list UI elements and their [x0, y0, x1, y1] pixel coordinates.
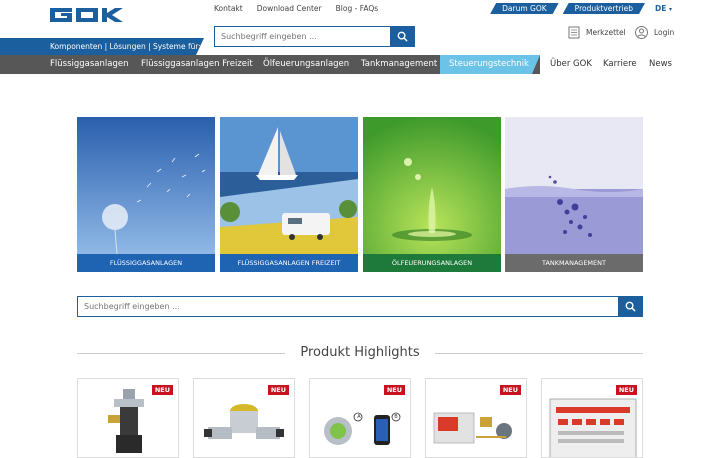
mark-b: B	[394, 414, 398, 420]
top-links: Kontakt Download Center Blog - FAQs	[214, 4, 378, 13]
notepad-icon	[568, 26, 580, 39]
product-card[interactable]: A B NEU	[309, 378, 411, 458]
tile-oelfeuerungsanlagen[interactable]: ÖLFEUERUNGSANLAGEN	[363, 117, 501, 272]
search-main	[77, 296, 643, 317]
language-select[interactable]: DE ▾	[655, 4, 672, 13]
systems-label: Komponenten | Lösungen | Systeme für:	[0, 38, 204, 55]
search-main-button[interactable]	[618, 297, 642, 316]
nav-karriere[interactable]: Karriere	[603, 55, 637, 74]
tile-label: FLÜSSIGGASANLAGEN	[77, 254, 215, 272]
mark-a: A	[357, 414, 361, 420]
search-top-input[interactable]	[215, 27, 390, 46]
nav-news[interactable]: News	[649, 55, 672, 74]
link-download-center[interactable]: Download Center	[257, 4, 322, 13]
category-tiles: FLÜSSIGGASANLAGEN FLÜSSIGGASANLAGEN FREI…	[77, 117, 643, 272]
search-icon	[397, 31, 408, 42]
product-card[interactable]: NEU	[193, 378, 295, 458]
lang-tabs: Darum GOK Produktvertrieb DE ▾	[490, 3, 672, 14]
search-top	[214, 26, 415, 47]
tile-tankmanagement[interactable]: TANKMANAGEMENT	[505, 117, 643, 272]
merkzettel-link[interactable]: Merkzettel	[568, 26, 626, 39]
new-badge: NEU	[615, 385, 637, 395]
new-badge: NEU	[267, 385, 289, 395]
product-card[interactable]: NEU	[425, 378, 527, 458]
merkzettel-label: Merkzettel	[586, 28, 626, 37]
highlights-heading: Produkt Highlights	[77, 345, 643, 361]
header: Kontakt Download Center Blog - FAQs Daru…	[0, 0, 720, 55]
product-highlights: NEU NEU A B NEU NEU NEU	[77, 378, 643, 458]
new-badge: NEU	[383, 385, 405, 395]
tile-label: FLÜSSIGGASANLAGEN FREIZEIT	[220, 254, 358, 272]
product-card[interactable]: NEU	[77, 378, 179, 458]
gok-logo[interactable]	[50, 8, 128, 22]
login-link[interactable]: Login	[635, 26, 674, 39]
main-nav: Flüssiggasanlagen Flüssiggasanlagen Frei…	[0, 55, 720, 74]
new-badge: NEU	[499, 385, 521, 395]
tab-darum-gok[interactable]: Darum GOK	[490, 3, 559, 14]
tile-fluessiggasanlagen-freizeit[interactable]: FLÜSSIGGASANLAGEN FREIZEIT	[220, 117, 358, 272]
tile-label: TANKMANAGEMENT	[505, 254, 643, 272]
new-badge: NEU	[151, 385, 173, 395]
nav-ueber-gok[interactable]: Über GOK	[550, 55, 592, 74]
tile-label: ÖLFEUERUNGSANLAGEN	[363, 254, 501, 272]
nav-oelfeuerungsanlagen[interactable]: Ölfeuerungsanlagen	[263, 55, 349, 74]
language-label: DE	[655, 4, 667, 13]
sailboat-camper-image	[220, 117, 358, 254]
search-top-button[interactable]	[390, 27, 414, 46]
user-icon	[635, 26, 648, 39]
nav-fluessiggasanlagen[interactable]: Flüssiggasanlagen	[50, 55, 128, 74]
tab-produktvertrieb[interactable]: Produktvertrieb	[563, 3, 645, 14]
link-blog-faqs[interactable]: Blog - FAQs	[336, 4, 379, 13]
tile-fluessiggasanlagen[interactable]: FLÜSSIGGASANLAGEN	[77, 117, 215, 272]
nav-fluessiggasanlagen-freizeit[interactable]: Flüssiggasanlagen Freizeit	[141, 55, 253, 74]
liquid-splash-image	[505, 117, 643, 254]
highlights-title: Produkt Highlights	[300, 345, 420, 360]
water-drop-image	[363, 117, 501, 254]
caret-down-icon: ▾	[668, 6, 672, 13]
dandelion-image	[77, 117, 215, 254]
nav-steuerungstechnik[interactable]: Steuerungstechnik	[449, 55, 529, 74]
product-card[interactable]: NEU	[541, 378, 643, 458]
nav-tankmanagement[interactable]: Tankmanagement	[361, 55, 437, 74]
link-kontakt[interactable]: Kontakt	[214, 4, 243, 13]
login-label: Login	[654, 28, 675, 37]
search-main-input[interactable]	[78, 297, 618, 316]
search-icon	[625, 301, 636, 312]
